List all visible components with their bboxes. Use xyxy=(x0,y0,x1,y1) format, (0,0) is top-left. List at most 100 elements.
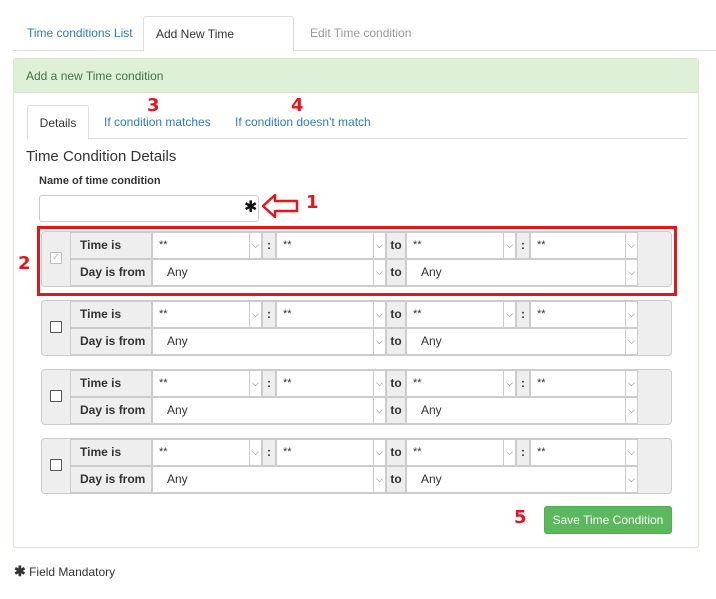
time-is-from-label: Time is from xyxy=(70,439,152,484)
save-time-condition-button[interactable]: Save Time Condition xyxy=(544,506,672,534)
from-hour-select-value: ** xyxy=(159,446,168,458)
from-minute-select-value: ** xyxy=(283,308,292,320)
chevron-down-icon: ⌵ xyxy=(625,302,637,327)
condition-row: Time is from**⌵:**⌵to**⌵:**⌵Day is fromA… xyxy=(41,300,672,356)
from-minute-select-value: ** xyxy=(283,446,292,458)
chevron-down-icon: ⌵ xyxy=(373,398,385,423)
day-from-select-value: Any xyxy=(167,403,188,417)
time-colon: : xyxy=(262,301,276,328)
time-colon: : xyxy=(516,439,530,466)
from-hour-select[interactable]: ** ⌵ xyxy=(152,370,262,397)
chevron-down-icon: ⌵ xyxy=(625,440,637,465)
day-to-select[interactable]: Any ⌵ xyxy=(406,466,638,493)
to-minute-select[interactable]: ** ⌵ xyxy=(530,439,638,466)
chevron-down-icon: ⌵ xyxy=(625,371,637,396)
annotation-3: 3 xyxy=(147,95,160,116)
day-to-select[interactable]: Any ⌵ xyxy=(406,397,638,424)
add-time-condition-panel: Add a new Time condition Details If cond… xyxy=(13,58,699,548)
day-from-select[interactable]: Any ⌵ xyxy=(152,328,386,355)
chevron-down-icon: ⌵ xyxy=(373,329,385,354)
chevron-down-icon: ⌵ xyxy=(373,371,385,396)
name-field-label: Name of time condition xyxy=(39,175,161,187)
chevron-down-icon: ⌵ xyxy=(625,467,637,492)
chevron-down-icon: ⌵ xyxy=(503,371,515,396)
annotation-5: 5 xyxy=(514,507,527,528)
to-minute-select[interactable]: ** ⌵ xyxy=(530,370,638,397)
to-hour-select[interactable]: ** ⌵ xyxy=(406,439,516,466)
day-to-select-value: Any xyxy=(421,403,442,417)
left-arrow-icon xyxy=(261,193,299,219)
tab-details[interactable]: Details xyxy=(27,105,89,140)
mandatory-asterisk-icon: ✱ xyxy=(14,563,26,579)
chevron-down-icon: ⌵ xyxy=(373,302,385,327)
field-mandatory-note: ✱ Field Mandatory xyxy=(14,563,115,580)
tab-add-new-time-condition[interactable]: Add New Time condition xyxy=(143,16,294,75)
to-label: to xyxy=(386,370,406,397)
from-hour-select-value: ** xyxy=(159,308,168,320)
section-title: Time Condition Details xyxy=(26,148,177,165)
from-hour-select[interactable]: ** ⌵ xyxy=(152,301,262,328)
chevron-down-icon: ⌵ xyxy=(373,440,385,465)
day-from-select[interactable]: Any ⌵ xyxy=(152,466,386,493)
to-label: to xyxy=(386,466,406,493)
top-tabs: Time conditions List Add New Time condit… xyxy=(12,16,716,75)
row-checkbox[interactable] xyxy=(50,390,62,402)
to-label: to xyxy=(386,328,406,355)
chevron-down-icon: ⌵ xyxy=(249,371,261,396)
annotation-2: 2 xyxy=(18,253,31,274)
day-to-select[interactable]: Any ⌵ xyxy=(406,328,638,355)
field-mandatory-text: Field Mandatory xyxy=(29,565,116,579)
chevron-down-icon: ⌵ xyxy=(249,440,261,465)
chevron-down-icon: ⌵ xyxy=(373,467,385,492)
time-colon: : xyxy=(516,370,530,397)
day-from-select[interactable]: Any ⌵ xyxy=(152,397,386,424)
to-hour-select-value: ** xyxy=(413,308,422,320)
day-to-select-value: Any xyxy=(421,334,442,348)
time-is-from-label: Time is from xyxy=(70,301,152,346)
to-minute-select-value: ** xyxy=(537,308,546,320)
to-hour-select[interactable]: ** ⌵ xyxy=(406,370,516,397)
to-label: to xyxy=(386,397,406,424)
to-hour-select-value: ** xyxy=(413,446,422,458)
from-hour-select[interactable]: ** ⌵ xyxy=(152,439,262,466)
annotation-4: 4 xyxy=(291,95,304,116)
day-is-from-label: Day is from xyxy=(70,328,152,355)
from-minute-select[interactable]: ** ⌵ xyxy=(276,370,386,397)
chevron-down-icon: ⌵ xyxy=(503,302,515,327)
name-of-time-condition-input[interactable] xyxy=(39,195,259,222)
inner-tabs: Details If condition matches If conditio… xyxy=(27,105,687,140)
annotation-1: 1 xyxy=(306,192,319,213)
time-colon: : xyxy=(262,370,276,397)
to-minute-select[interactable]: ** ⌵ xyxy=(530,301,638,328)
day-from-select-value: Any xyxy=(167,334,188,348)
day-to-select-value: Any xyxy=(421,472,442,486)
highlight-box xyxy=(37,226,677,296)
chevron-down-icon: ⌵ xyxy=(249,302,261,327)
row-checkbox[interactable] xyxy=(50,459,62,471)
to-minute-select-value: ** xyxy=(537,446,546,458)
day-is-from-label: Day is from xyxy=(70,466,152,493)
tab-time-conditions-list[interactable]: Time conditions List xyxy=(15,16,145,51)
to-minute-select-value: ** xyxy=(537,377,546,389)
chevron-down-icon: ⌵ xyxy=(625,329,637,354)
row-checkbox[interactable] xyxy=(50,321,62,333)
to-hour-select-value: ** xyxy=(413,377,422,389)
day-is-from-label: Day is from xyxy=(70,397,152,424)
day-from-select-value: Any xyxy=(167,472,188,486)
from-hour-select-value: ** xyxy=(159,377,168,389)
time-is-from-label: Time is from xyxy=(70,370,152,415)
required-asterisk-icon: ✱ xyxy=(244,199,258,216)
time-colon: : xyxy=(262,439,276,466)
tab-edit-time-condition[interactable]: Edit Time condition xyxy=(298,16,423,51)
from-minute-select[interactable]: ** ⌵ xyxy=(276,439,386,466)
condition-row: Time is from**⌵:**⌵to**⌵:**⌵Day is fromA… xyxy=(41,438,672,494)
to-hour-select[interactable]: ** ⌵ xyxy=(406,301,516,328)
chevron-down-icon: ⌵ xyxy=(503,440,515,465)
to-label: to xyxy=(386,439,406,466)
to-label: to xyxy=(386,301,406,328)
from-minute-select-value: ** xyxy=(283,377,292,389)
condition-row: Time is from**⌵:**⌵to**⌵:**⌵Day is fromA… xyxy=(41,369,672,425)
chevron-down-icon: ⌵ xyxy=(625,398,637,423)
from-minute-select[interactable]: ** ⌵ xyxy=(276,301,386,328)
panel-heading: Add a new Time condition xyxy=(14,59,698,93)
